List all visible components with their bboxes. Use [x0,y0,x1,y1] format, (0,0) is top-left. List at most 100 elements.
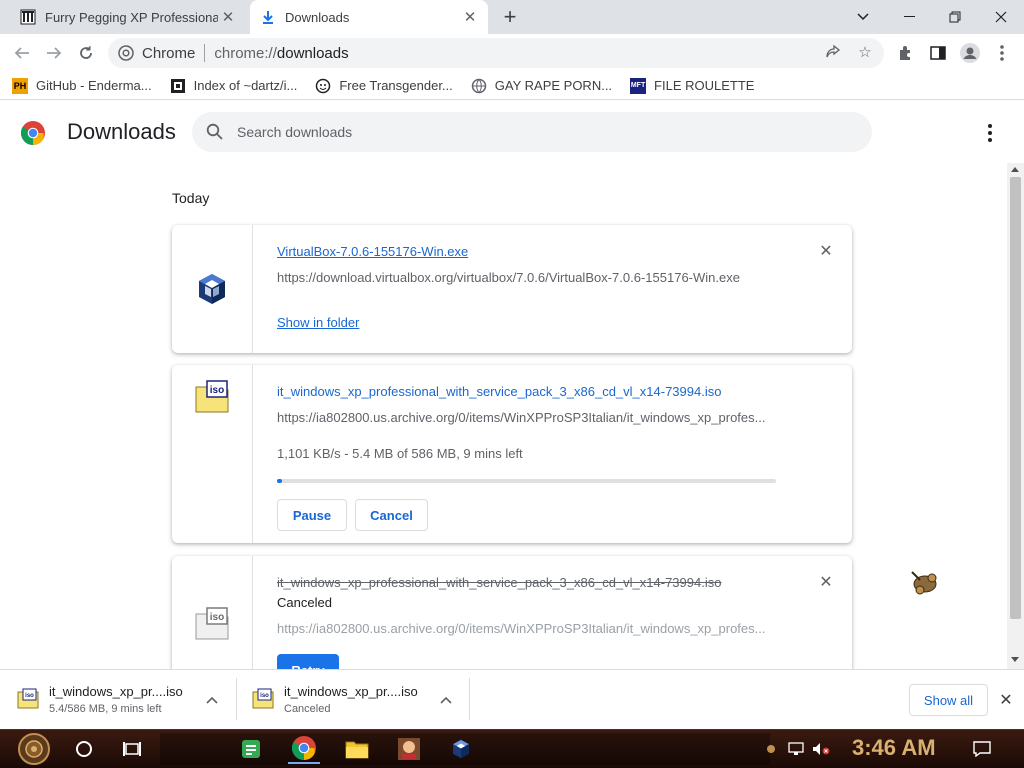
downloads-header: Downloads Search downloads [0,101,1024,163]
url-text[interactable]: chrome://downloads [214,45,348,62]
download-filename-link[interactable]: VirtualBox-7.0.6-155176-Win.exe [277,244,468,259]
shelf-item-status: 5.4/586 MB, 9 mins left [49,702,162,715]
bookmarks-bar: PH GitHub - Enderma... Index of ~dartz/i… [0,72,1024,100]
scroll-up-arrow-icon[interactable] [1011,167,1019,172]
tab-close-icon[interactable]: ✕ [460,7,480,27]
remove-icon[interactable]: ✕ [816,241,836,261]
tab-title: Furry Pegging XP Professional S [45,9,218,25]
chrome-menu-icon[interactable] [991,42,1013,64]
retry-button[interactable]: Retry [277,654,339,669]
shelf-item-name: it_windows_xp_pr....iso [284,683,418,699]
share-icon[interactable] [821,40,845,64]
site-label: Chrome [142,44,196,62]
shelf-item-name: it_windows_xp_pr....iso [49,683,183,699]
tab-strip: Furry Pegging XP Professional S ✕ Downlo… [0,0,1024,34]
shelf-item-status: Canceled [284,702,331,715]
game-app-icon[interactable] [394,734,424,764]
taskbar: 3:46 AM [0,729,1024,768]
chevron-up-icon[interactable] [438,692,454,708]
downloads-menu-icon[interactable] [980,121,1000,145]
download-filename: it_windows_xp_professional_with_service_… [277,575,722,590]
notifications-icon[interactable] [970,734,994,764]
download-url[interactable]: https://ia802800.us.archive.org/0/items/… [277,621,765,636]
downloads-page: Downloads Search downloads Today Virtual… [0,101,1024,669]
shelf-item-text: it_windows_xp_pr....iso 5.4/586 MB, 9 mi… [49,684,183,715]
back-button[interactable] [9,40,35,66]
download-filename-link[interactable]: it_windows_xp_professional_with_service_… [277,384,721,399]
tab-search-chevron-icon[interactable] [840,0,886,34]
shelf-item[interactable]: iso it_windows_xp_pr....iso 5.4/586 MB, … [17,670,235,728]
divider [204,44,206,62]
iso-icon: iso [252,688,274,709]
close-window-button[interactable] [978,0,1024,34]
file-explorer-icon[interactable] [342,734,372,764]
forward-button[interactable] [41,40,67,66]
scrollbar[interactable] [1007,163,1024,669]
bookmark-gay-rape[interactable]: GAY RAPE PORN... [471,78,612,94]
remove-icon[interactable]: ✕ [816,572,836,592]
film-icon [170,78,186,94]
cortana-icon[interactable] [70,734,98,764]
svg-text:iso: iso [210,385,224,396]
scrollbar-thumb[interactable] [1010,177,1021,619]
download-item: VirtualBox-7.0.6-155176-Win.exe https://… [172,225,852,353]
date-group-label: Today [172,190,210,206]
bookmark-index-of-dartz[interactable]: Index of ~dartz/i... [170,78,297,94]
show-all-button[interactable]: Show all [909,684,988,716]
svg-text:iso: iso [260,693,269,699]
volume-muted-icon[interactable] [810,734,832,764]
iso-icon: iso [195,607,229,640]
tab-downloads[interactable]: Downloads ✕ [250,0,488,34]
iso-icon: iso [17,688,39,709]
svg-text:iso: iso [25,693,34,699]
task-view-icon[interactable] [118,734,146,764]
cancel-button[interactable]: Cancel [355,499,428,531]
virtualbox-icon [199,274,225,304]
globe-icon [471,78,487,94]
address-bar[interactable]: Chrome chrome://downloads ☆ [108,38,884,68]
tab-title: Downloads [285,9,350,25]
tray-gear-icon[interactable] [764,734,778,764]
restore-button[interactable] [932,0,978,34]
download-progress-bar [277,479,776,483]
ph-icon: PH [12,77,28,94]
face-icon [315,78,331,94]
extensions-icon[interactable] [895,42,917,64]
search-downloads-input[interactable]: Search downloads [192,112,872,152]
notes-app-icon[interactable] [236,734,266,764]
chrome-icon [118,45,134,61]
pause-button[interactable]: Pause [277,499,347,531]
profile-avatar-icon[interactable] [959,42,981,64]
bookmark-github[interactable]: PH GitHub - Enderma... [12,77,152,94]
download-url[interactable]: https://download.virtualbox.org/virtualb… [277,270,740,285]
iso-icon: iso [195,380,229,413]
minimize-button[interactable] [886,0,932,34]
download-item: iso it_windows_xp_professional_with_serv… [172,365,852,543]
library-icon [20,9,36,25]
reload-button[interactable] [73,40,99,66]
svg-text:iso: iso [210,612,224,623]
site-info[interactable]: Chrome [108,45,195,62]
download-icon [260,9,276,25]
chevron-up-icon[interactable] [204,692,220,708]
shelf-item[interactable]: iso it_windows_xp_pr....iso Canceled [252,670,468,728]
side-panel-icon[interactable] [927,42,949,64]
bookmark-star-icon[interactable]: ☆ [853,40,877,64]
search-placeholder: Search downloads [237,124,353,140]
start-button[interactable] [10,733,58,765]
bookmark-free-transgender[interactable]: Free Transgender... [315,78,453,94]
custom-cursor-icon [911,571,937,595]
virtualbox-taskbar-icon[interactable] [446,734,476,764]
scroll-down-arrow-icon[interactable] [1011,657,1019,662]
tab-furry-pegging[interactable]: Furry Pegging XP Professional S ✕ [8,0,246,34]
chrome-taskbar-icon[interactable] [288,734,320,764]
show-in-folder-link[interactable]: Show in folder [277,315,359,330]
bookmark-file-roulette[interactable]: MFT FILE ROULETTE [630,77,754,94]
new-tab-button[interactable]: + [498,4,522,29]
close-shelf-icon[interactable]: ✕ [996,690,1016,710]
download-url[interactable]: https://ia802800.us.archive.org/0/items/… [277,410,765,425]
network-icon[interactable] [786,734,806,764]
system-clock[interactable]: 3:46 AM [852,735,936,761]
tab-close-icon[interactable]: ✕ [218,7,238,27]
shelf-item-text: it_windows_xp_pr....iso Canceled [284,684,418,715]
